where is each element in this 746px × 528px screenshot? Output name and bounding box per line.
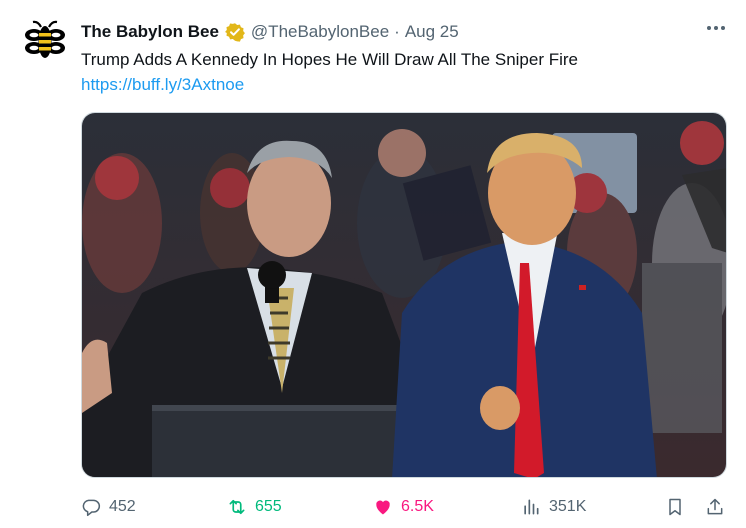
- tweet-date[interactable]: Aug 25: [405, 22, 459, 42]
- bee-logo-icon[interactable]: [22, 18, 68, 64]
- views-button[interactable]: 351K: [521, 490, 586, 524]
- reply-icon: [82, 499, 101, 517]
- like-button[interactable]: 6.5K: [373, 490, 434, 524]
- more-options-icon[interactable]: [704, 18, 728, 38]
- retweet-icon: [229, 499, 245, 515]
- action-bar: 452 655 6.5K 351K: [81, 490, 727, 524]
- views-chart-icon: [524, 499, 539, 515]
- bookmark-icon: [669, 498, 681, 516]
- tweet-header: The Babylon Bee @TheBabylonBee · Aug 25: [81, 20, 459, 44]
- retweet-count: 655: [255, 498, 282, 515]
- verified-badge-icon[interactable]: [225, 22, 245, 42]
- retweet-button[interactable]: 655: [227, 490, 282, 524]
- share-button[interactable]: [705, 490, 725, 524]
- bookmark-button[interactable]: [665, 490, 685, 524]
- reply-button[interactable]: 452: [81, 490, 136, 524]
- like-count: 6.5K: [401, 498, 434, 515]
- view-count: 351K: [549, 498, 587, 515]
- account-name[interactable]: The Babylon Bee: [81, 22, 219, 42]
- tweet-link[interactable]: https://buff.ly/3Axtnoe: [81, 74, 244, 96]
- account-handle[interactable]: @TheBabylonBee: [251, 22, 389, 42]
- separator-dot: ·: [394, 22, 400, 41]
- tweet-photo[interactable]: [81, 112, 727, 478]
- tweet-text: Trump Adds A Kennedy In Hopes He Will Dr…: [81, 50, 579, 69]
- reply-count: 452: [109, 498, 136, 515]
- share-icon: [707, 498, 723, 515]
- heart-icon: [376, 500, 390, 515]
